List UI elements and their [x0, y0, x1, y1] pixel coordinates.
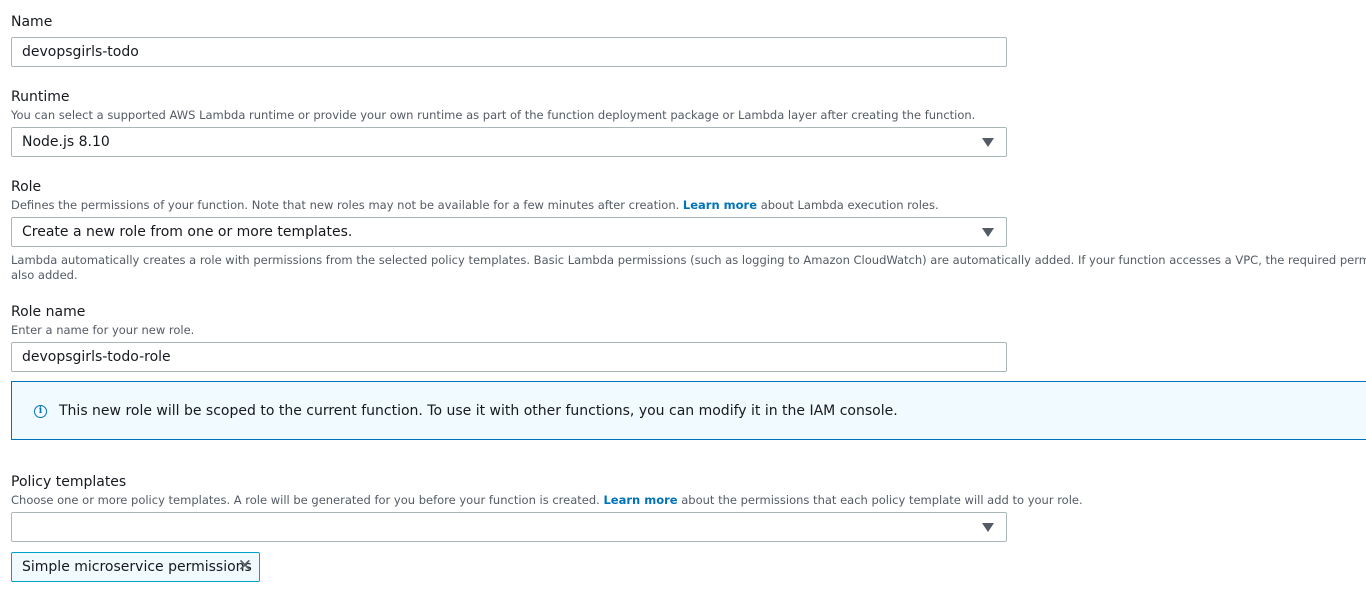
info-alert-text: This new role will be scoped to the curr… [59, 403, 898, 419]
policy-template-token: Simple microservice permissions ✕ [11, 552, 260, 582]
runtime-selected-value: Node.js 8.10 [22, 134, 110, 150]
role-learn-more-link[interactable]: Learn more [683, 198, 757, 212]
info-icon: i [34, 405, 47, 418]
policy-templates-select[interactable] [11, 512, 1007, 542]
runtime-description: You can select a supported AWS Lambda ru… [11, 108, 976, 122]
runtime-label: Runtime [11, 89, 70, 105]
info-alert: i This new role will be scoped to the cu… [11, 381, 1366, 440]
role-description: Defines the permissions of your function… [11, 198, 939, 212]
role-name-description: Enter a name for your new role. [11, 323, 195, 337]
role-label: Role [11, 179, 42, 195]
function-name-value: devopsgirls-todo [22, 44, 139, 60]
role-name-value: devopsgirls-todo-role [22, 349, 171, 365]
function-name-input[interactable]: devopsgirls-todo [11, 37, 1007, 67]
role-description-text: Defines the permissions of your function… [11, 198, 680, 212]
policy-templates-label: Policy templates [11, 474, 127, 490]
role-name-input[interactable]: devopsgirls-todo-role [11, 342, 1007, 372]
policy-templates-description-suffix: about the permissions that each policy t… [681, 493, 1083, 507]
role-description-suffix: about Lambda execution roles. [760, 198, 939, 212]
remove-token-icon[interactable]: ✕ [238, 558, 252, 575]
caret-down-icon [982, 523, 994, 532]
runtime-select[interactable]: Node.js 8.10 [11, 127, 1007, 157]
policy-templates-learn-more-link[interactable]: Learn more [603, 493, 677, 507]
role-select[interactable]: Create a new role from one or more templ… [11, 217, 1007, 247]
caret-down-icon [982, 228, 994, 237]
name-label: Name [11, 14, 53, 30]
caret-down-icon [982, 138, 994, 147]
role-name-label: Role name [11, 304, 86, 320]
policy-templates-description: Choose one or more policy templates. A r… [11, 493, 1083, 507]
policy-templates-description-text: Choose one or more policy templates. A r… [11, 493, 600, 507]
role-help-line-2: also added. [11, 268, 78, 282]
role-selected-value: Create a new role from one or more templ… [22, 224, 353, 240]
role-help-line-1: Lambda automatically creates a role with… [11, 253, 1366, 267]
policy-template-token-label: Simple microservice permissions [22, 559, 252, 575]
